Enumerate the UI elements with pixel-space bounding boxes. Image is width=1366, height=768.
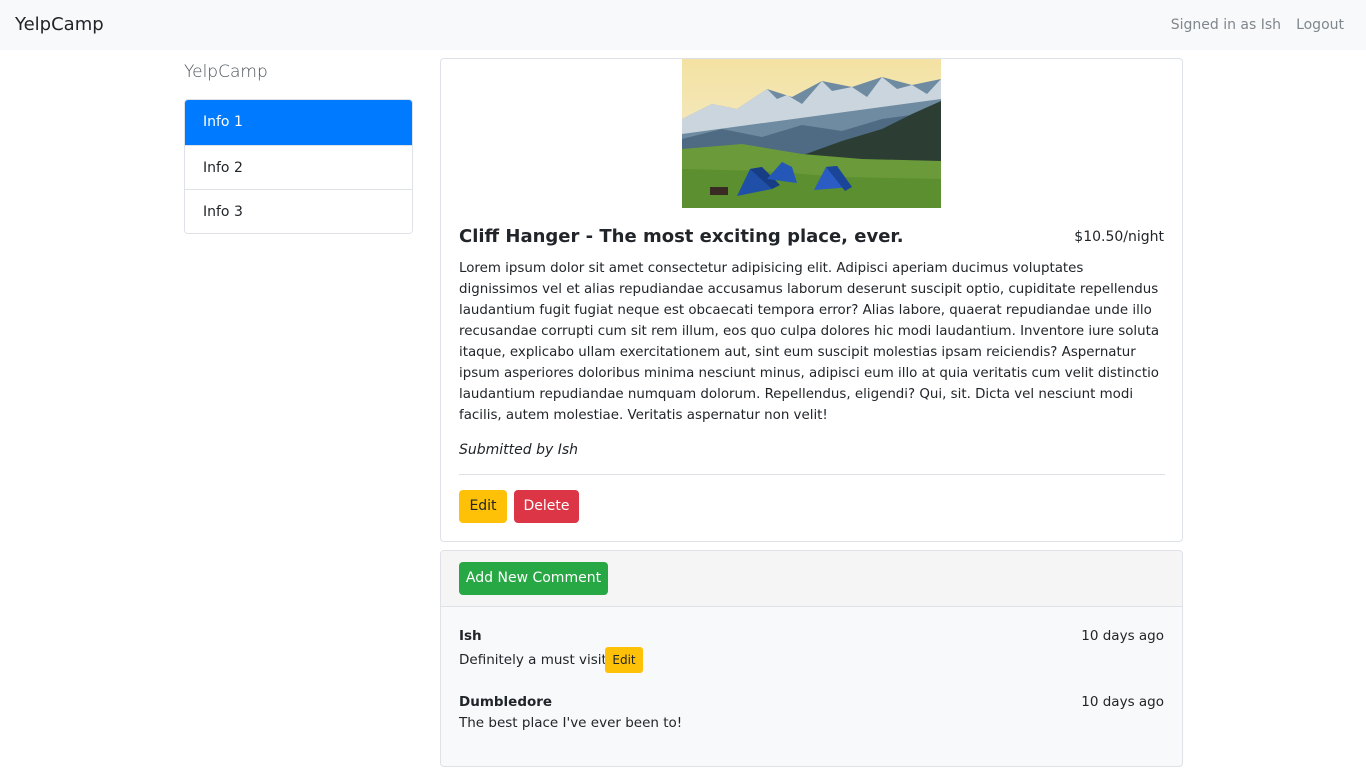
signed-in-link[interactable]: Signed in as Ish — [1171, 17, 1281, 33]
comment-edit-button[interactable]: Edit — [605, 647, 643, 673]
logout-link[interactable]: Logout — [1296, 17, 1344, 33]
campground-price: $10.50/night — [1074, 229, 1164, 245]
comment-text: Definitely a must visit. — [459, 652, 612, 668]
comment-time: 10 days ago — [1081, 628, 1164, 644]
campground-photo — [682, 59, 941, 208]
submitted-by: Submitted by Ish — [459, 442, 579, 458]
sidebar-list: Info 1 Info 2 Info 3 — [184, 99, 413, 234]
comment-author: Ish — [459, 628, 482, 644]
comments-card: Add New Comment Ish 10 days ago Definite… — [440, 550, 1183, 767]
comment-time: 10 days ago — [1081, 694, 1164, 710]
divider — [459, 474, 1165, 475]
sidebar-item-info-2[interactable]: Info 2 — [185, 145, 412, 189]
campground-card: Cliff Hanger - The most exciting place, … — [440, 58, 1183, 542]
comments-header: Add New Comment — [441, 551, 1182, 607]
comment-author: Dumbledore — [459, 694, 553, 710]
campground-description: Lorem ipsum dolor sit amet consectetur a… — [459, 261, 1160, 423]
delete-button[interactable]: Delete — [514, 490, 579, 523]
navbar: YelpCamp Signed in as Ish Logout — [0, 0, 1366, 50]
sidebar-item-info-1[interactable]: Info 1 — [185, 100, 412, 145]
edit-button[interactable]: Edit — [459, 490, 507, 523]
campground-image — [682, 59, 941, 208]
comment-text: The best place I've ever been to! — [459, 715, 683, 731]
campground-title: Cliff Hanger - The most exciting place, … — [459, 226, 904, 247]
sidebar-title: YelpCamp — [184, 62, 268, 82]
navbar-right: Signed in as Ish Logout — [1171, 17, 1344, 33]
add-comment-button[interactable]: Add New Comment — [459, 562, 608, 595]
brand-link[interactable]: YelpCamp — [15, 14, 104, 35]
sidebar-item-info-3[interactable]: Info 3 — [185, 189, 412, 233]
